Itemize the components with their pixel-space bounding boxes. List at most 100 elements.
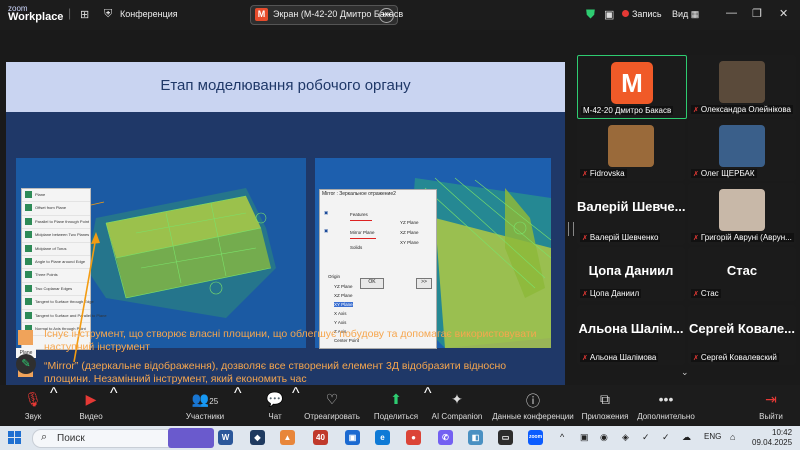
screen-share-indicator[interactable]: М Экран (М-42-20 Дмитро Бакасв •••: [250, 5, 403, 25]
participant-tile[interactable]: Цопа Даниил ✗ Цопа Даниил: [577, 247, 685, 301]
shared-screen: Етап моделювання робочого органу Plane Of…: [0, 30, 575, 397]
chrome-icon[interactable]: ●: [406, 430, 421, 445]
viber-icon[interactable]: ✆: [438, 430, 453, 445]
meeting-info-button[interactable]: ⓘ Данные конференции: [490, 385, 576, 425]
matlab-icon[interactable]: ▲: [280, 430, 295, 445]
participant-tile[interactable]: Альона Шалім... ✗ Альона Шалімова: [577, 305, 685, 365]
zoom-logo: zoom Workplace: [8, 4, 64, 23]
tree-item[interactable]: Y Axis: [334, 320, 346, 325]
plane-menu-item[interactable]: Plane: [22, 189, 90, 203]
participant-tile[interactable]: Стас ✗ Стас: [688, 247, 796, 301]
participant-tile[interactable]: М М-42-20 Дмитро Бакасв: [577, 55, 687, 119]
chat-button[interactable]: 💬 Чат: [260, 385, 290, 425]
tray-app-icon[interactable]: ✓: [642, 432, 650, 443]
divider: |: [68, 6, 72, 20]
security-shield-icon[interactable]: ⛊: [586, 7, 595, 22]
tray-app-icon[interactable]: ✓: [662, 432, 670, 443]
features-option[interactable]: Features: [350, 212, 368, 217]
mirror-plane-option[interactable]: Mirror Plane: [350, 230, 375, 235]
participant-tile[interactable]: ✗ Fidrovska: [577, 119, 685, 181]
taskbar-clock[interactable]: 10:42 09.04.2025: [752, 428, 792, 448]
audio-button[interactable]: 🎙 Звук: [18, 385, 48, 425]
more-options-icon[interactable]: •••: [379, 8, 394, 23]
mirror-plane-icon[interactable]: ▣: [324, 228, 328, 234]
apps-icon: ⧉: [600, 391, 610, 407]
ai-companion-button[interactable]: ✦ AI Companion: [430, 385, 484, 425]
minimize-icon[interactable]: —: [726, 7, 737, 19]
annotate-pen-icon[interactable]: ✎: [16, 354, 36, 374]
participant-display-name: Валерій Шевче...: [577, 199, 685, 214]
tree-item[interactable]: YZ Plane: [334, 284, 353, 289]
edge-icon[interactable]: e: [375, 430, 390, 445]
audio-options-caret[interactable]: ^: [50, 385, 58, 425]
participant-tile[interactable]: Валерій Шевче... ✗ Валерій Шевченко: [577, 183, 685, 245]
word-icon[interactable]: W: [218, 430, 233, 445]
plane-option-yz[interactable]: YZ Plane: [400, 220, 419, 225]
participant-name-label: ✗ Олександра Олейнікова: [691, 105, 793, 114]
participant-tile[interactable]: Сергей Ковале... ✗ Сергей Ковалевский: [688, 305, 796, 365]
view-menu[interactable]: Вид ▦: [672, 9, 699, 20]
ok-button[interactable]: OK: [360, 278, 384, 289]
plane-tool-icon: [25, 298, 32, 306]
app-icon[interactable]: ▭: [498, 430, 513, 445]
plane-option-xz[interactable]: XZ Plane: [400, 230, 419, 235]
app-icon[interactable]: ▣: [345, 430, 360, 445]
features-icon[interactable]: ▣: [324, 210, 328, 216]
app-icon[interactable]: ◧: [468, 430, 483, 445]
participant-name-label: М-42-20 Дмитро Бакасв: [581, 106, 674, 115]
share-button[interactable]: ⬆ Поделиться: [370, 385, 422, 425]
participant-name-label: ✗ Олег ЩЕРБАК: [691, 169, 757, 178]
participants-button[interactable]: 👥25 Участники: [184, 385, 226, 425]
apps-button[interactable]: ⧉ Приложения: [580, 385, 630, 425]
record-indicator[interactable]: Запись: [622, 9, 662, 19]
caption-icon[interactable]: ▣: [604, 8, 614, 21]
tree-item-selected[interactable]: XY Plane: [334, 302, 353, 307]
presentation-slide: Етап моделювання робочого органу Plane Of…: [6, 62, 565, 397]
participants-options-caret[interactable]: ^: [234, 385, 242, 425]
plane-menu-item[interactable]: Offset from Plane: [22, 202, 90, 216]
bullet-text-1: Існує інструмент, що створює власні площ…: [44, 328, 537, 353]
tree-item[interactable]: X Axis: [334, 311, 347, 316]
panel-resize-handle[interactable]: [568, 222, 574, 236]
participant-tile[interactable]: ✗ Григорій Авруні (Аврун...: [688, 183, 796, 245]
windows-start-icon[interactable]: [8, 431, 22, 445]
tree-item[interactable]: XZ Plane: [334, 293, 353, 298]
tray-app-icon[interactable]: ◈: [622, 432, 629, 443]
tray-app-icon[interactable]: ▣: [580, 432, 589, 443]
network-icon[interactable]: ⌂: [730, 432, 735, 442]
more-button[interactable]: >>: [416, 278, 432, 289]
more-button[interactable]: ••• Дополнительно: [634, 385, 698, 425]
video-button[interactable]: ▶ Видео: [76, 385, 106, 425]
zoom-taskbar-icon[interactable]: zoom: [528, 430, 543, 445]
participant-tile[interactable]: ✗ Олег ЩЕРБАК: [688, 119, 796, 181]
solids-option[interactable]: Solids: [350, 245, 362, 250]
tray-app-icon[interactable]: ☁: [682, 432, 691, 443]
tray-chevron-icon[interactable]: ^: [560, 432, 564, 442]
reactions-button[interactable]: ♡ Отреагировать: [304, 385, 360, 425]
tray-app-icon[interactable]: ◉: [600, 432, 608, 443]
tools-icon[interactable]: ⊞: [80, 8, 89, 21]
app-icon[interactable]: ◆: [250, 430, 265, 445]
chat-options-caret[interactable]: ^: [292, 385, 300, 425]
meeting-toolbar: 🎙 Звук ^ ▶ Видео ^ 👥25 Участники ^ 💬 Чат…: [0, 385, 800, 425]
language-indicator[interactable]: ENG: [704, 432, 721, 441]
mirror-dialog: Mirror : Зеркальное отражение2 ▣ Feature…: [319, 189, 437, 349]
app-badge-icon[interactable]: 40: [313, 430, 328, 445]
tree-origin[interactable]: Origin: [328, 274, 340, 279]
leave-button[interactable]: ⇥ Выйти: [756, 385, 786, 425]
participant-name-label: ✗ Валерій Шевченко: [580, 233, 661, 242]
close-icon[interactable]: ✕: [779, 7, 788, 20]
participant-name-label: ✗ Fidrovska: [580, 169, 627, 178]
participant-tile[interactable]: ✗ Олександра Олейнікова: [688, 55, 796, 117]
sharer-avatar: М: [255, 8, 268, 21]
shield-info-icon[interactable]: ⛨: [104, 8, 112, 21]
plane-option-xy[interactable]: XY Plane: [400, 240, 419, 245]
video-options-caret[interactable]: ^: [110, 385, 118, 425]
muted-mic-icon: ✗: [582, 171, 588, 178]
plane-menu-item[interactable]: Parallel to Plane through Point: [22, 216, 90, 230]
chevron-down-icon[interactable]: ⌄: [681, 367, 689, 378]
avatar-photo: [719, 61, 765, 103]
avatar-photo: [608, 125, 654, 167]
restore-icon[interactable]: ❐: [752, 7, 762, 20]
participant-name-label: ✗ Стас: [691, 289, 721, 298]
